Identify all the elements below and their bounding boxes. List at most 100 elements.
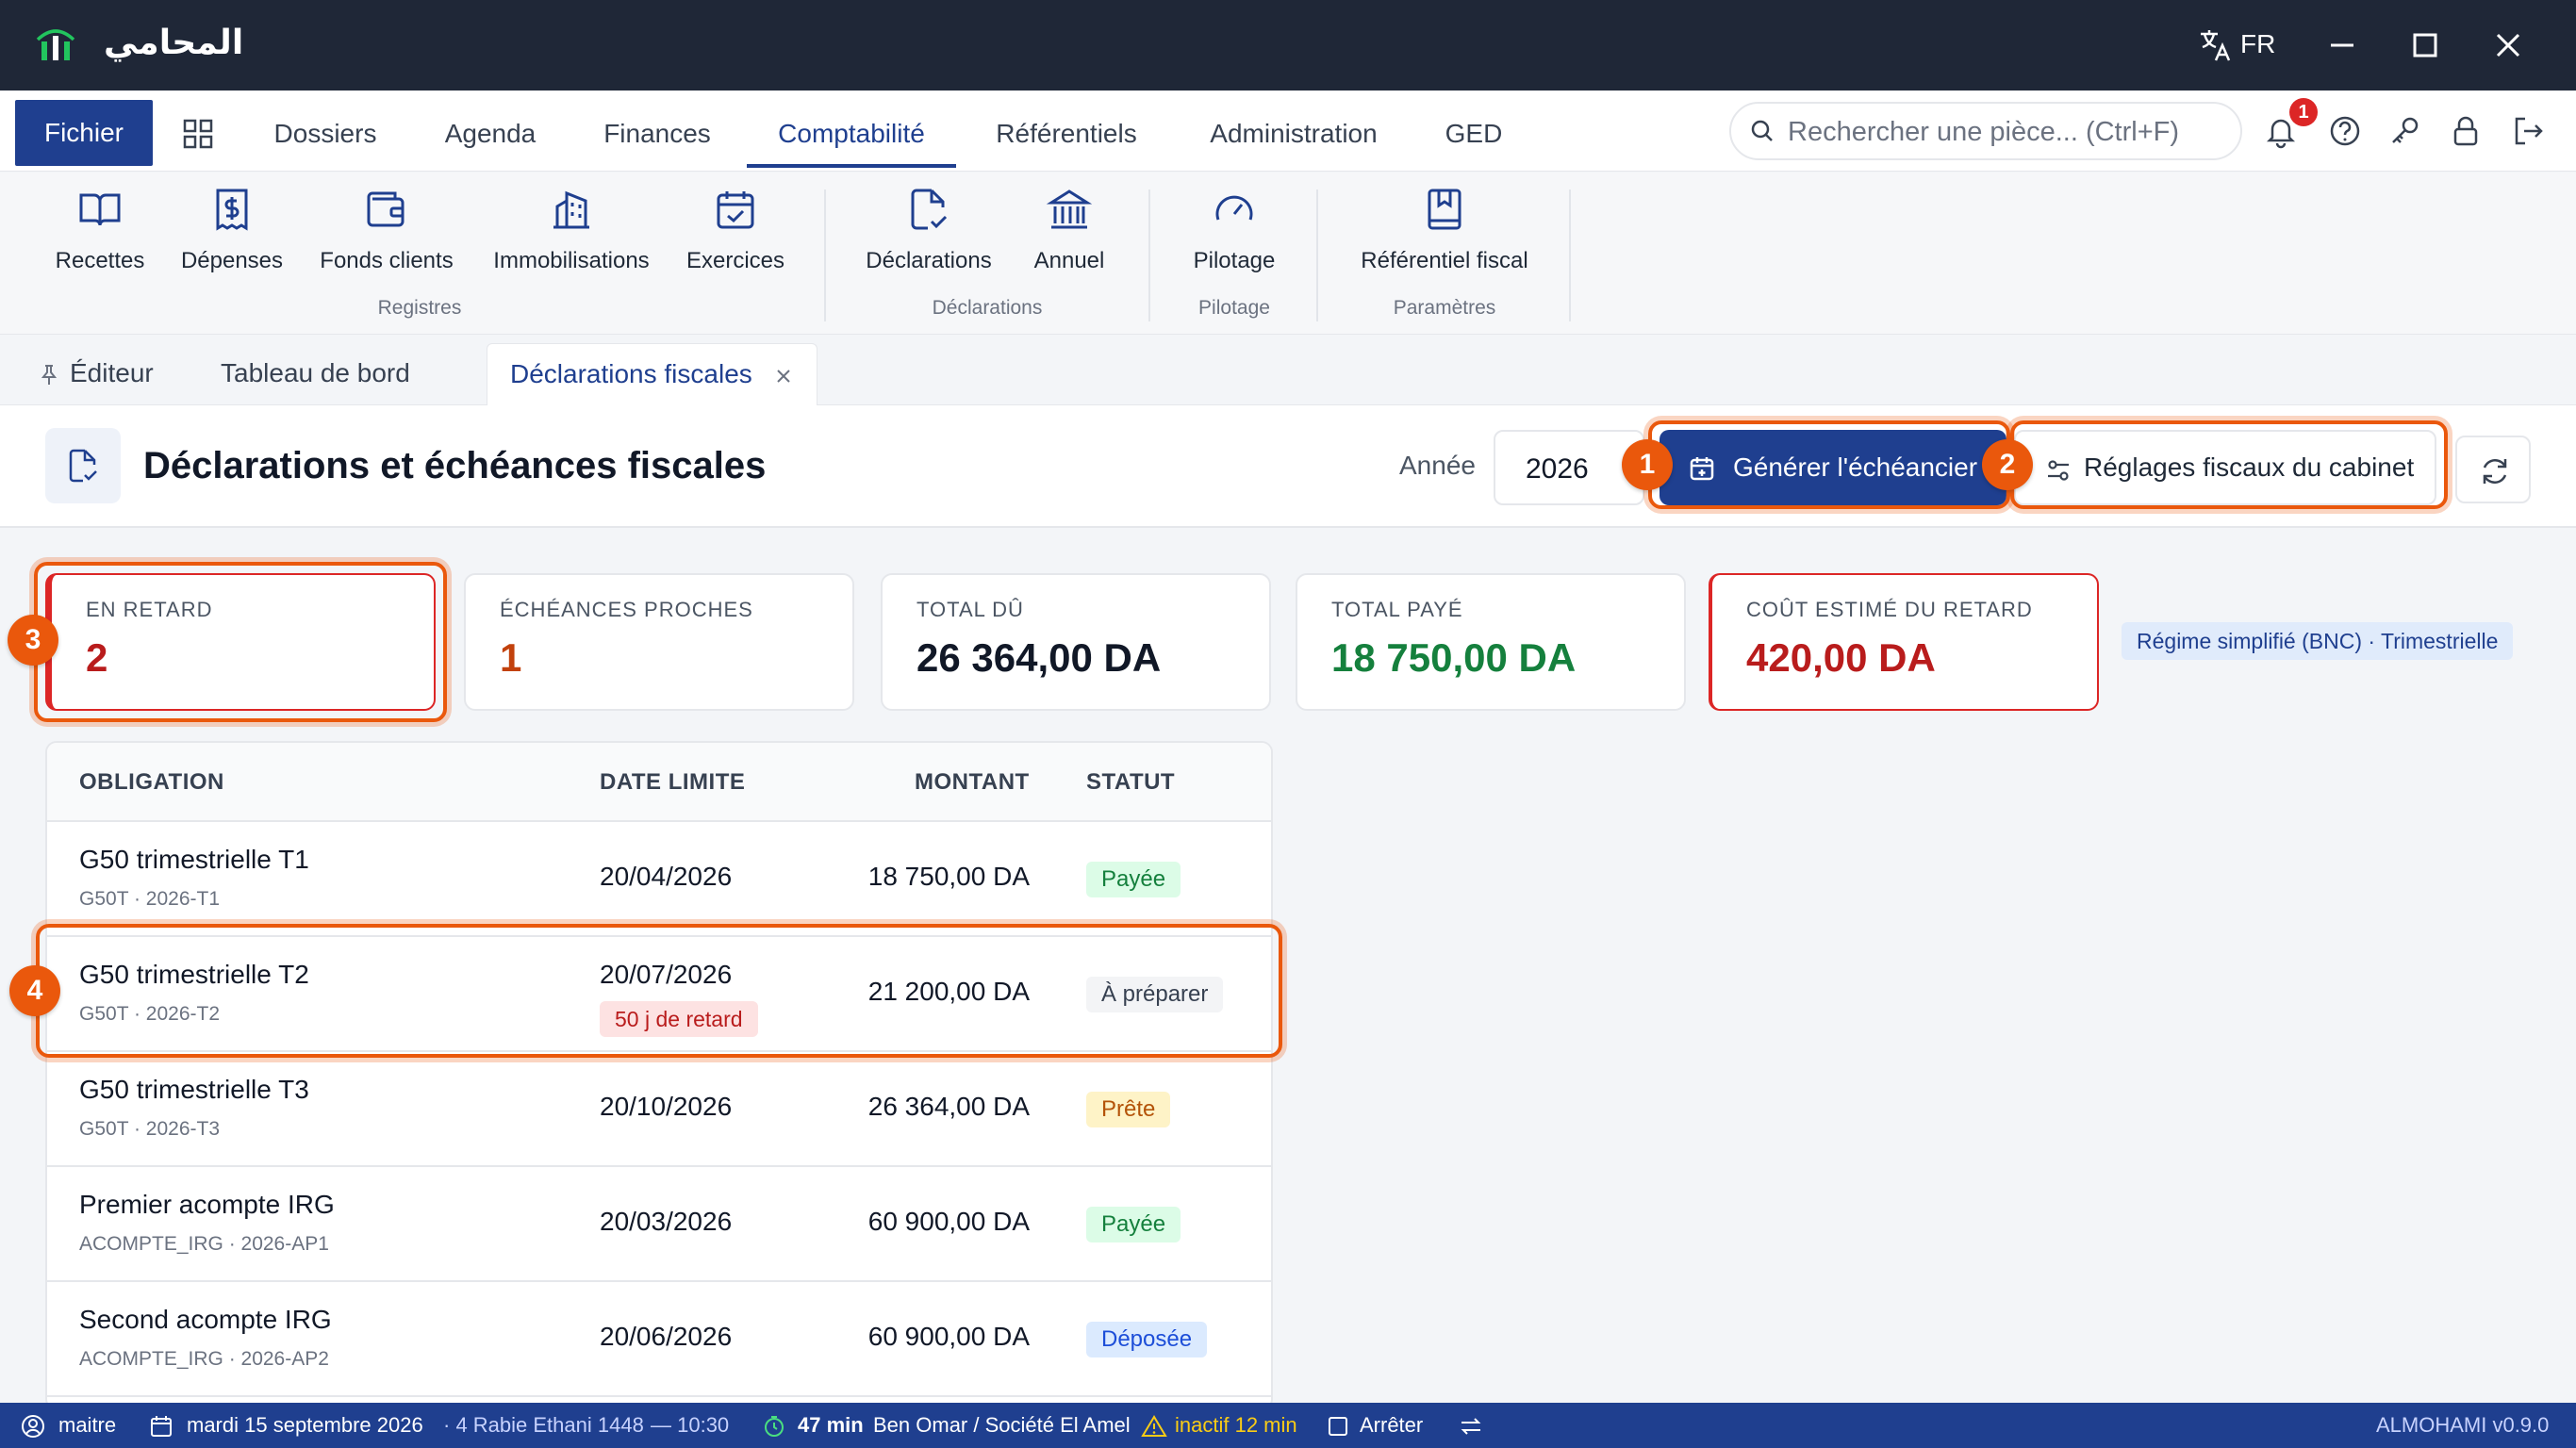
kpi-cout-retard[interactable]: COÛT ESTIMÉ DU RETARD 420,00 DA	[1709, 573, 2099, 711]
due-date: 20/04/2026	[600, 862, 733, 891]
highlight-box-row-t2	[36, 924, 1282, 1058]
highlight-number: 2	[1982, 439, 2033, 490]
tab-dossiers[interactable]: Dossiers	[255, 100, 396, 168]
tab-administration[interactable]: Administration	[1190, 100, 1397, 168]
kpi-value: 26 364,00 DA	[916, 635, 1162, 680]
ribbon-label: Exercices	[685, 248, 785, 273]
dollar-receipt-icon	[216, 189, 248, 231]
kpi-total-du[interactable]: TOTAL DÛ 26 364,00 DA	[881, 573, 1271, 711]
tab-finances[interactable]: Finances	[586, 100, 728, 168]
apps-grid-icon[interactable]	[179, 115, 217, 153]
kpi-label: COÛT ESTIMÉ DU RETARD	[1746, 598, 2033, 621]
kpi-value: 18 750,00 DA	[1331, 635, 1577, 680]
search-icon	[1751, 120, 1773, 141]
tab-referentiels[interactable]: Référentiels	[981, 100, 1152, 168]
ribbon-annuel[interactable]: Annuel	[1022, 186, 1116, 289]
title-bar: المحامي FR	[0, 0, 2576, 90]
status-hijri-date: · 4 Rabie Ethani 1448	[443, 1413, 644, 1437]
status-badge: Payée	[1086, 862, 1181, 897]
ribbon-exercices[interactable]: Exercices	[679, 186, 792, 289]
ribbon-group-declarations: Déclarations	[932, 297, 1043, 319]
due-date: 20/10/2026	[600, 1092, 733, 1121]
ribbon-group-registres: Registres	[377, 297, 462, 319]
ribbon-label: Annuel	[1033, 248, 1105, 273]
column-header-obligation[interactable]: OBLIGATION	[79, 769, 224, 796]
ribbon-group-pilotage: Pilotage	[1198, 297, 1270, 319]
ribbon-declarations[interactable]: Déclarations	[858, 186, 999, 289]
ribbon-fonds-clients[interactable]: Fonds clients	[311, 186, 462, 289]
tab-ged[interactable]: GED	[1435, 100, 1512, 168]
app-title: المحامي	[104, 24, 244, 62]
table-row[interactable]: Second acompte IRG ACOMPTE_IRG · 2026-AP…	[47, 1282, 1271, 1397]
warning-icon	[1141, 1415, 1167, 1437]
search-box[interactable]	[1729, 102, 2242, 160]
ribbon-group-parametres: Paramètres	[1393, 297, 1496, 319]
ribbon-separator	[1316, 189, 1318, 321]
close-window-icon[interactable]	[2485, 23, 2531, 68]
maximize-icon[interactable]	[2403, 23, 2448, 68]
search-input[interactable]	[1788, 109, 2221, 155]
status-version: ALMOHAMI v0.9.0	[2376, 1413, 2550, 1437]
obligation-code: ACOMPTE_IRG · 2026-AP2	[79, 1348, 329, 1370]
document-tabs: Éditeur Tableau de bord Déclarations fis…	[0, 336, 2576, 405]
timer-icon	[765, 1416, 784, 1437]
tab-tableau-de-bord[interactable]: Tableau de bord	[221, 343, 410, 405]
highlight-box-generate	[1648, 420, 2010, 509]
page-icon-box	[45, 428, 121, 503]
ribbon-recettes[interactable]: Recettes	[47, 186, 153, 289]
ribbon-immobilisations[interactable]: Immobilisations	[485, 186, 658, 289]
tab-agenda[interactable]: Agenda	[426, 100, 554, 168]
table-row[interactable]: Premier acompte IRG ACOMPTE_IRG · 2026-A…	[47, 1167, 1271, 1282]
file-check-icon	[69, 449, 97, 483]
language-label[interactable]: FR	[2240, 25, 2275, 64]
tab-comptabilite[interactable]: Comptabilité	[747, 100, 956, 168]
tab-declarations-fiscales[interactable]: Déclarations fiscales	[487, 343, 817, 405]
ribbon-label: Référentiel fiscal	[1361, 248, 1528, 273]
tab-editeur[interactable]: Éditeur	[38, 343, 154, 405]
table-header: OBLIGATION DATE LIMITE MONTANT STATUT	[47, 743, 1271, 822]
user-circle-icon	[22, 1415, 44, 1438]
swap-icon[interactable]	[1458, 1414, 1484, 1439]
year-label: Année	[1399, 451, 1476, 480]
menu-bar: Fichier Dossiers Agenda Finances Comptab…	[0, 90, 2576, 172]
minimize-icon[interactable]	[2320, 23, 2365, 68]
gauge-icon	[1215, 195, 1253, 221]
obligation-code: ACOMPTE_IRG · 2026-AP1	[79, 1233, 329, 1255]
tab-declarations-label: Déclarations fiscales	[510, 359, 752, 388]
lock-icon[interactable]	[2446, 111, 2485, 151]
ribbon-label: Pilotage	[1193, 248, 1276, 273]
ribbon-pilotage[interactable]: Pilotage	[1182, 186, 1286, 289]
year-value: 2026	[1526, 453, 1589, 485]
table-row[interactable]: G50 trimestrielle T3 G50T · 2026-T3 20/1…	[47, 1052, 1271, 1167]
key-icon[interactable]	[2386, 111, 2425, 151]
status-badge: Prête	[1086, 1092, 1171, 1127]
status-stop-button[interactable]: Arrêter	[1360, 1403, 1423, 1448]
table-row[interactable]: G50 trimestrielle T1 G50T · 2026-T1 20/0…	[47, 822, 1271, 937]
kpi-total-paye[interactable]: TOTAL PAYÉ 18 750,00 DA	[1296, 573, 1686, 711]
refresh-icon	[2483, 459, 2507, 484]
ribbon-label: Fonds clients	[320, 248, 454, 273]
column-header-statut[interactable]: STATUT	[1086, 769, 1175, 796]
status-client[interactable]: Ben Omar / Société El Amel	[873, 1403, 1131, 1448]
ribbon-separator	[824, 189, 826, 321]
status-user[interactable]: maitre	[58, 1403, 116, 1448]
ribbon-referentiel-fiscal[interactable]: Référentiel fiscal	[1350, 186, 1539, 289]
stop-icon	[1329, 1417, 1347, 1436]
highlight-box-settings	[2010, 420, 2448, 509]
bookmark-book-icon	[1428, 189, 1461, 230]
ribbon-depenses[interactable]: Dépenses	[173, 186, 290, 289]
close-tab-icon[interactable]	[773, 366, 794, 387]
highlight-number: 4	[9, 965, 60, 1016]
obligation-code: G50T · 2026-T3	[79, 1118, 221, 1140]
fichier-button[interactable]: Fichier	[15, 100, 153, 166]
obligation-name: Premier acompte IRG	[79, 1190, 335, 1219]
column-header-date[interactable]: DATE LIMITE	[600, 769, 745, 796]
column-header-montant[interactable]: MONTANT	[915, 769, 1030, 796]
obligation-name: G50 trimestrielle T1	[79, 845, 309, 874]
refresh-button[interactable]	[2455, 436, 2531, 503]
kpi-echeances-proches[interactable]: ÉCHÉANCES PROCHES 1	[464, 573, 854, 711]
ribbon-label: Dépenses	[180, 248, 284, 273]
translate-icon[interactable]	[2193, 23, 2238, 68]
logout-icon[interactable]	[2508, 111, 2548, 151]
help-icon[interactable]	[2325, 111, 2365, 151]
